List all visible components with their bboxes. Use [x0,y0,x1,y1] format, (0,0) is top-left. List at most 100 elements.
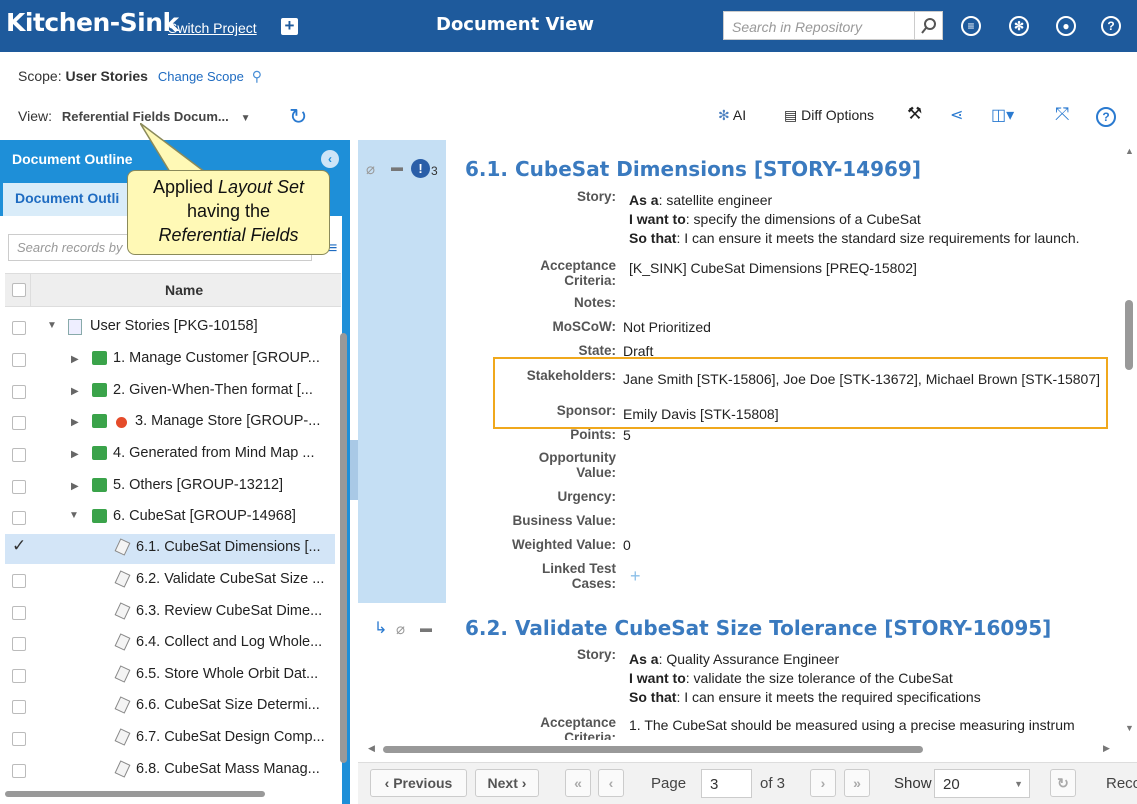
content-vertical-scrollbar[interactable]: ▲ ▼ [1122,140,1137,740]
first-page-icon[interactable]: « [565,769,591,797]
tree-row[interactable]: ▶ 3. Manage Store [GROUP-... [5,408,335,438]
tab-document-outline[interactable]: Document Outli [3,183,143,216]
select-all-checkbox[interactable] [12,283,26,297]
next-page-icon[interactable]: › [810,769,836,797]
refresh-icon[interactable]: ↻ [289,104,307,130]
refresh-icon[interactable]: ↻ [1050,769,1076,797]
page-label: Page [651,775,687,792]
splitter-handle[interactable] [350,440,358,500]
row-label: 6. CubeSat [GROUP-14968] [113,508,296,524]
row-checkbox[interactable] [12,448,26,462]
acceptance-criteria-value: 1. The CubeSat should be measured using … [629,717,1075,733]
row-checkbox[interactable] [12,637,26,651]
tree-row[interactable]: 6.6. CubeSat Size Determi... [5,692,335,722]
row-checkbox[interactable] [12,480,26,494]
tree-row[interactable]: ▶ 4. Generated from Mind Map ... [5,440,335,470]
caret-down-icon[interactable]: ▼ [47,320,57,331]
help-icon[interactable]: ? [1096,107,1116,127]
column-header: Name [5,273,341,307]
row-checkbox[interactable] [12,574,26,588]
row-checkbox[interactable] [12,669,26,683]
row-checkbox[interactable] [12,732,26,746]
comment-icon[interactable]: ▬ [391,160,403,174]
row-checkbox[interactable] [12,416,26,430]
tree-row[interactable]: 6.8. CubeSat Mass Manag... [5,756,335,786]
row-checkbox[interactable] [12,511,26,525]
tools-icon[interactable]: ⚒ [907,104,922,124]
row-checkbox[interactable] [12,353,26,367]
ai-button[interactable]: ✻ AI [718,107,746,124]
previous-button[interactable]: ‹ Previous [370,769,467,797]
row-checkbox[interactable] [12,700,26,714]
row-label: 4. Generated from Mind Map ... [113,445,315,461]
field-label: Value: [576,465,616,480]
content-horizontal-scrollbar[interactable]: ◀ ▶ [358,740,1137,758]
add-icon[interactable]: + [281,17,298,35]
story-icon [114,696,131,714]
name-column-header[interactable]: Name [165,282,203,298]
row-checkbox[interactable]: ✓ [12,536,26,555]
alert-icon[interactable]: ! [411,159,430,178]
tree-row[interactable]: 6.3. Review CubeSat Dime... [5,598,335,628]
aperture-icon: ✻ [718,107,730,123]
tree-row[interactable]: 6.7. CubeSat Design Comp... [5,724,335,754]
row-label: 6.5. Store Whole Orbit Dat... [136,666,319,682]
user-icon[interactable]: ● [1056,16,1076,36]
tree-row[interactable]: ▼ 6. CubeSat [GROUP-14968] [5,503,335,533]
field-label: Cases: [571,576,616,591]
search-icon[interactable] [914,12,942,39]
tree-row[interactable]: ▶ 2. Given-When-Then format [... [5,377,335,407]
points-value: 5 [623,427,631,443]
attachment-icon[interactable]: ⌀ [396,620,405,638]
collapse-icon[interactable]: ‹ [321,150,339,168]
chevron-down-icon[interactable]: ▼ [241,113,251,124]
last-page-icon[interactable]: » [844,769,870,797]
page-size-select[interactable]: 20 ▼ [934,769,1030,798]
aperture-icon[interactable]: ✻ [1009,16,1029,36]
list-icon[interactable]: ≡ [961,16,981,36]
tree-row[interactable]: ▶ 5. Others [GROUP-13212] [5,472,335,502]
caret-right-icon[interactable]: ▶ [71,481,79,492]
row-checkbox[interactable] [12,385,26,399]
columns-icon[interactable]: ◫▾ [991,105,1014,125]
tree-row[interactable]: ✓ 6.1. CubeSat Dimensions [... [5,534,335,564]
field-label: Story: [576,647,616,662]
switch-project-link[interactable]: Switch Project [168,20,257,36]
caret-right-icon[interactable]: ▶ [71,449,79,460]
row-label: 6.8. CubeSat Mass Manag... [136,761,320,777]
tree-row[interactable]: ▶ 1. Manage Customer [GROUP... [5,345,335,375]
caret-down-icon[interactable]: ▼ [69,510,79,521]
next-button[interactable]: Next › [475,769,539,797]
indicator-gutter-2: ↳ ⌀ ▬ [358,603,446,740]
caret-right-icon[interactable]: ▶ [71,386,79,397]
help-icon[interactable]: ? [1101,16,1121,36]
diff-options-button[interactable]: ▤ Diff Options [784,107,874,124]
fullscreen-icon[interactable]: ⤧ [1055,104,1069,125]
tree-row[interactable]: ▼ User Stories [PKG-10158] [5,313,335,343]
caret-right-icon[interactable]: ▶ [71,354,79,365]
change-scope-link[interactable]: Change Scope [158,69,244,84]
prev-page-icon[interactable]: ‹ [598,769,624,797]
section-title[interactable]: 6.1. CubeSat Dimensions [STORY-14969] [465,157,921,181]
add-test-case-icon[interactable]: + [630,566,641,587]
section-title[interactable]: 6.2. Validate CubeSat Size Tolerance [ST… [465,616,1051,640]
comment-icon[interactable]: ▬ [420,621,432,635]
row-checkbox[interactable] [12,764,26,778]
search-input[interactable]: Search in Repository [723,11,943,40]
link-arrow-icon[interactable]: ↳ [374,618,387,638]
location-pin-icon[interactable]: ⚲ [252,68,262,84]
share-icon[interactable]: ⋖ [950,105,963,125]
tree-row[interactable]: 6.2. Validate CubeSat Size ... [5,566,335,596]
story-icon [114,633,131,651]
page-input[interactable]: 3 [701,769,752,798]
tree-row[interactable]: 6.4. Collect and Log Whole... [5,629,335,659]
acceptance-criteria-link[interactable]: [K_SINK] CubeSat Dimensions [PREQ-15802] [629,260,917,276]
attachment-icon[interactable]: ⌀ [366,160,375,178]
outline-vertical-scrollbar[interactable] [337,313,349,788]
tree-row[interactable]: 6.5. Store Whole Orbit Dat... [5,661,335,691]
row-checkbox[interactable] [12,606,26,620]
row-checkbox[interactable] [12,321,26,335]
outline-horizontal-scrollbar[interactable] [5,788,335,800]
view-selector[interactable]: View: Referential Fields Docum... ▼ [18,108,251,124]
caret-right-icon[interactable]: ▶ [71,417,79,428]
